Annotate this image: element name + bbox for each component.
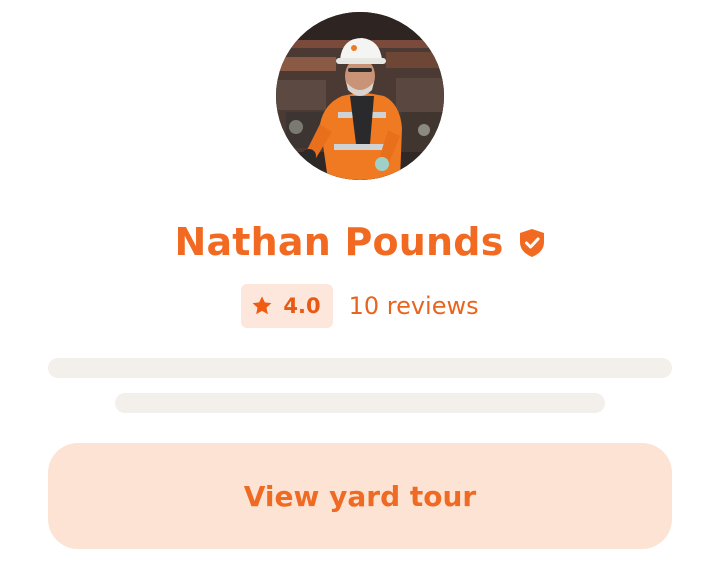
profile-name: Nathan Pounds	[174, 220, 504, 264]
star-icon	[252, 296, 272, 315]
profile-card: Nathan Pounds 4.0 10 reviews View yard t…	[0, 0, 720, 581]
reviews-count-link[interactable]: 10 reviews	[349, 292, 479, 320]
description-placeholder-line-2	[115, 393, 605, 413]
view-yard-tour-button[interactable]: View yard tour	[48, 443, 672, 549]
avatar	[276, 12, 444, 180]
description-placeholder-line-1	[48, 358, 672, 378]
verified-shield-icon	[519, 229, 544, 257]
rating-badge: 4.0	[241, 284, 333, 328]
rating-row: 4.0 10 reviews	[0, 284, 720, 328]
name-row: Nathan Pounds	[0, 216, 720, 268]
rating-value: 4.0	[283, 294, 321, 318]
